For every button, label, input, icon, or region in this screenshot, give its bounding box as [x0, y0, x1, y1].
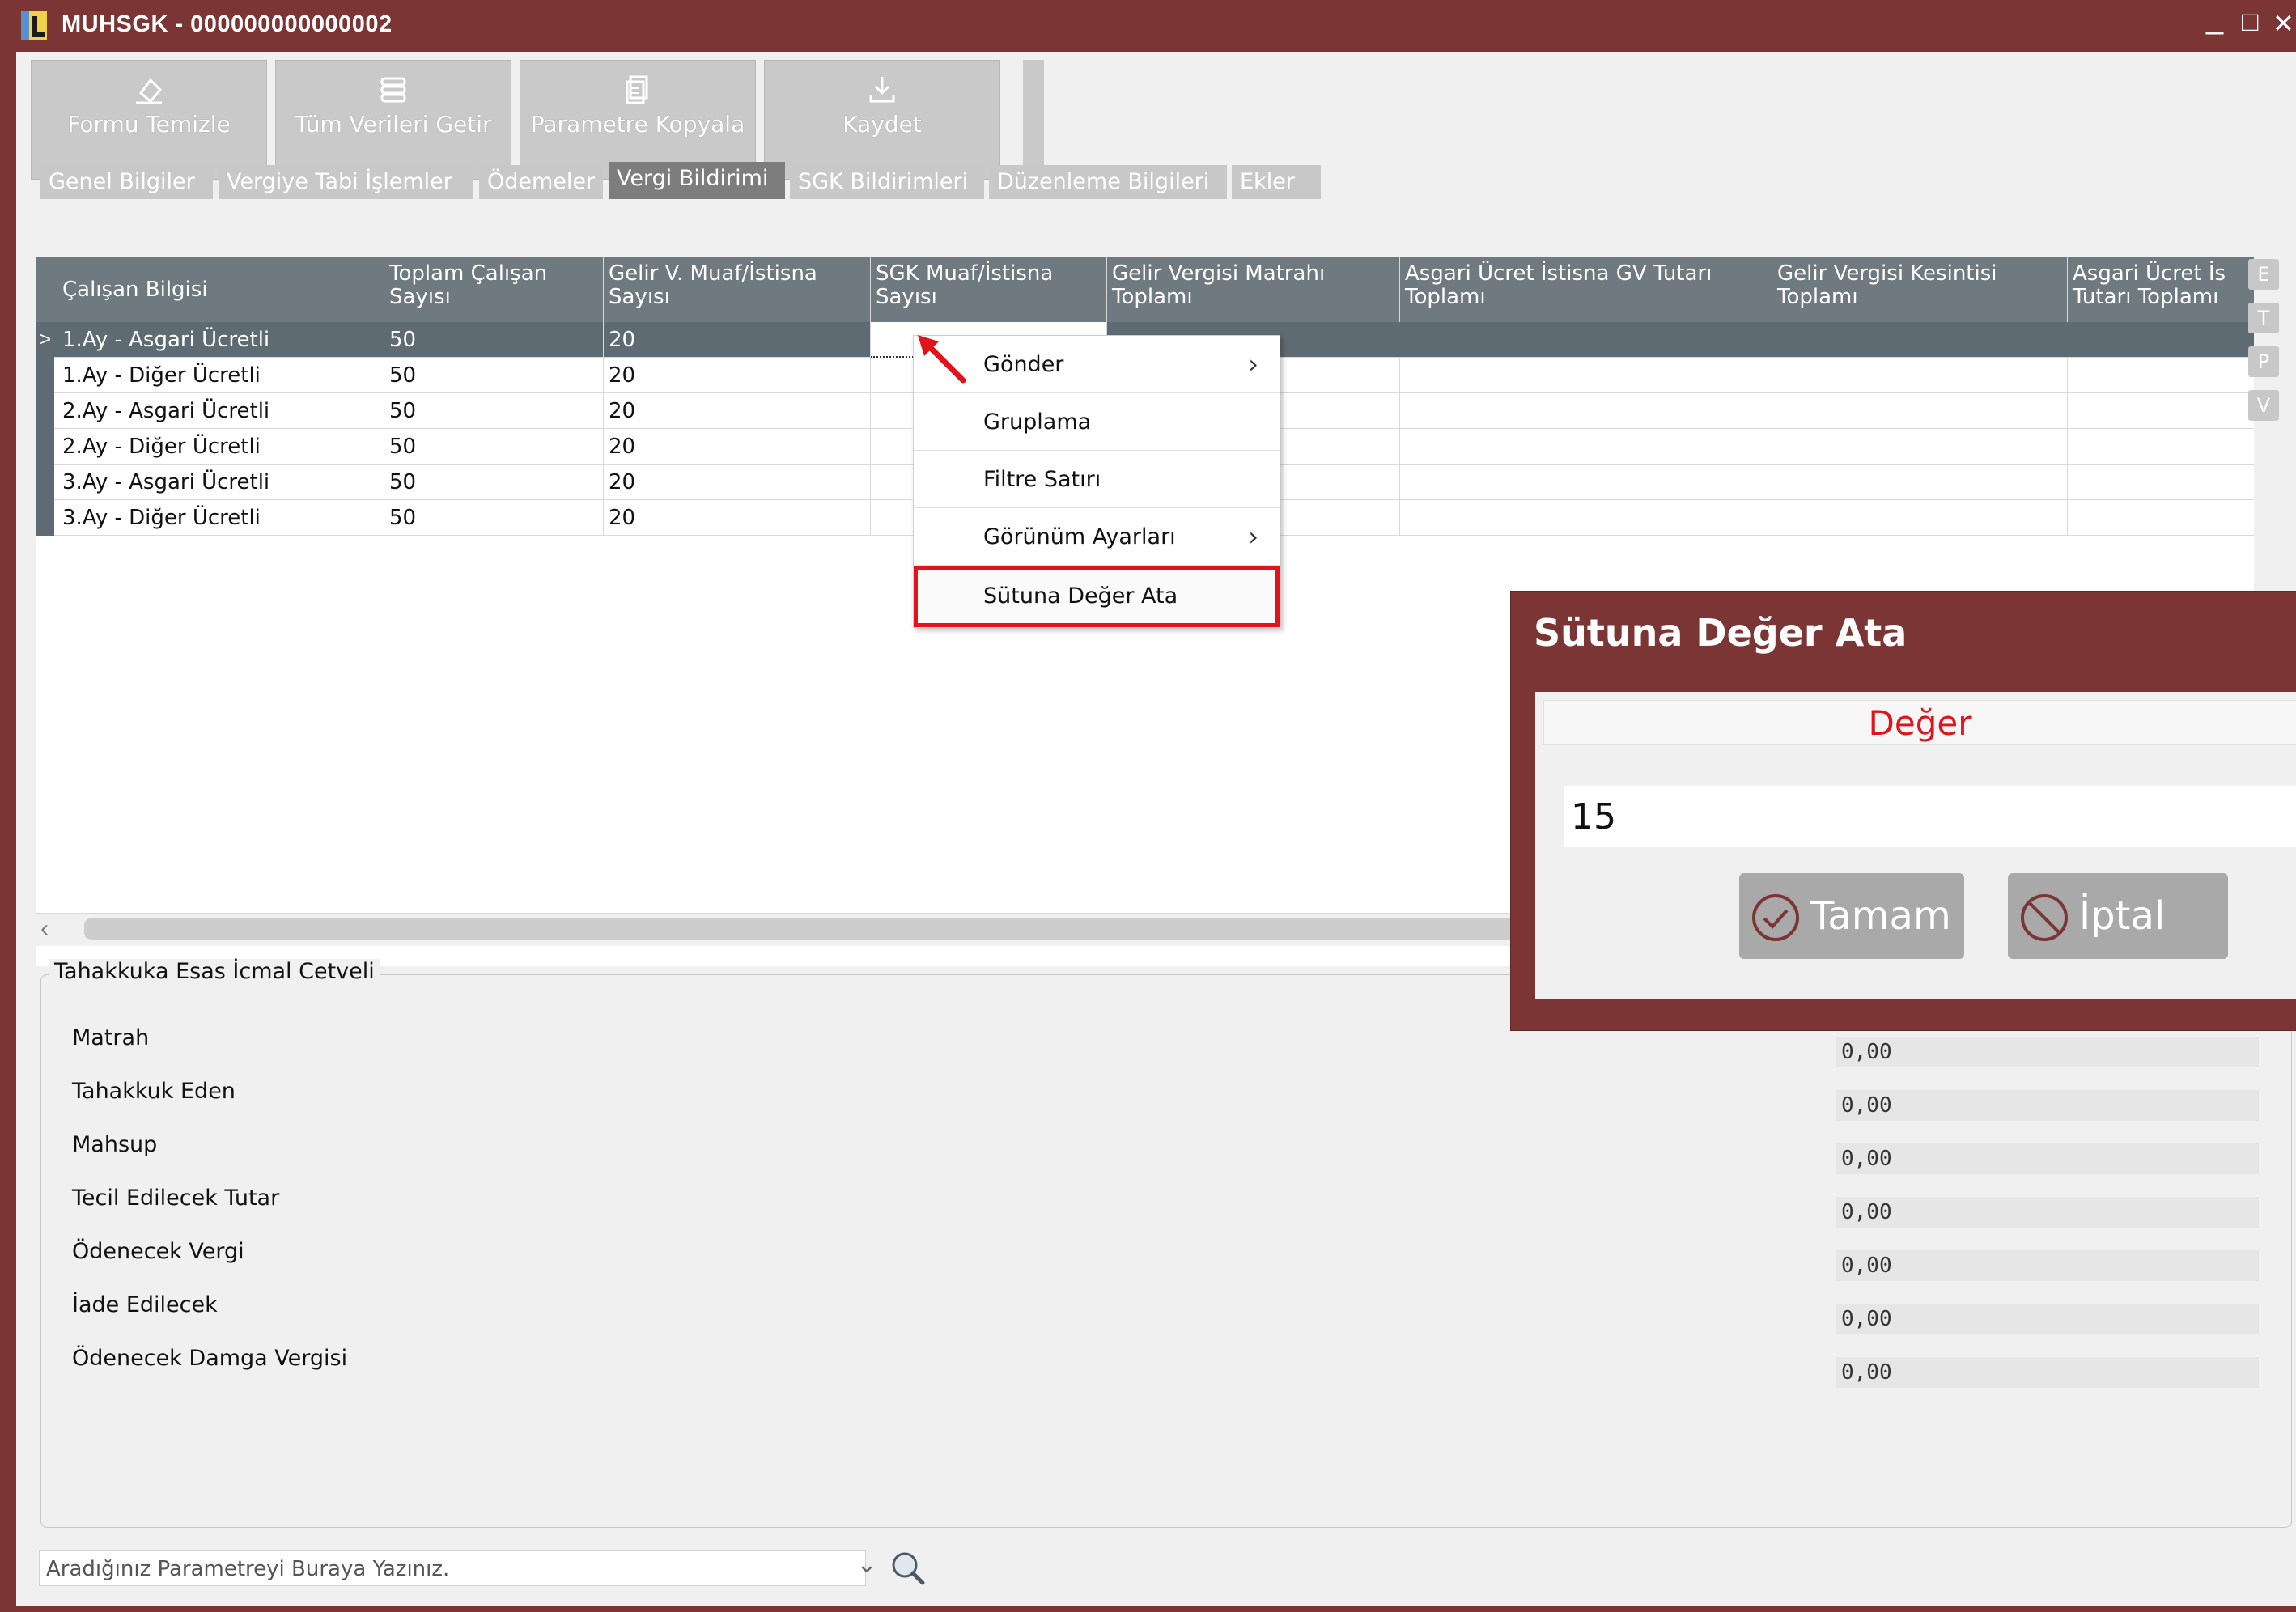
row-indicator: >: [36, 322, 54, 358]
table-cell[interactable]: 50: [384, 358, 604, 393]
summary-title: Tahakkuka Esas İcmal Cetveli: [49, 959, 380, 984]
chevron-right-icon: ›: [1248, 521, 1258, 552]
table-cell[interactable]: 20: [604, 465, 871, 500]
table-cell[interactable]: 2.Ay - Diğer Ücretli: [57, 429, 384, 465]
title-bar: MUHSGK - 000000000000002 _ □ ✕: [0, 0, 2296, 52]
parameter-search-input[interactable]: Aradığınız Parametreyi Buraya Yazınız.: [39, 1550, 866, 1586]
table-cell[interactable]: 20: [604, 358, 871, 393]
side-button-v[interactable]: V: [2248, 390, 2279, 421]
summary-label: Matrah: [72, 1025, 150, 1050]
table-cell[interactable]: 2.Ay - Asgari Ücretli: [57, 393, 384, 429]
summary-label: Mahsup: [72, 1132, 158, 1157]
summary-value-field: 0,00: [1836, 1143, 2259, 1174]
menu-item-gruplama[interactable]: Gruplama: [914, 393, 1280, 451]
chevron-down-icon[interactable]: ⌄: [855, 1547, 879, 1583]
table-cell[interactable]: 1.Ay - Asgari Ücretli: [57, 322, 384, 358]
summary-value-field: 0,00: [1836, 1304, 2259, 1334]
search-placeholder: Aradığınız Parametreyi Buraya Yazınız.: [46, 1557, 450, 1581]
dialog-body: Değer Tamam İptal: [1535, 692, 2296, 999]
tab-sgk-bildirimleri[interactable]: SGK Bildirimleri: [790, 165, 984, 199]
table-cell[interactable]: 50: [384, 429, 604, 465]
side-button-e[interactable]: E: [2248, 259, 2279, 290]
column-header[interactable]: Asgari Ücret İs Tutarı Toplamı: [2068, 257, 2238, 322]
maximize-button[interactable]: □: [2242, 6, 2259, 38]
cancel-button[interactable]: İptal: [2008, 873, 2228, 959]
annotation-arrow-icon: [918, 335, 966, 384]
chevron-right-icon: ›: [1248, 349, 1258, 380]
tab-genel-bilgiler[interactable]: Genel Bilgiler: [40, 165, 213, 199]
fetch-all-data-button[interactable]: Tüm Verileri Getir: [275, 60, 511, 180]
summary-value-field: 0,00: [1836, 1090, 2259, 1121]
table-cell[interactable]: 3.Ay - Asgari Ücretli: [57, 465, 384, 500]
minimize-button[interactable]: _: [2206, 2, 2223, 36]
summary-value-field: 0,00: [1836, 1250, 2259, 1281]
value-input[interactable]: [1564, 786, 2296, 847]
toolbar-overflow[interactable]: [1023, 60, 1044, 180]
app-window: MUHSGK - 000000000000002 _ □ ✕ Formu Tem…: [0, 0, 2296, 1612]
table-cell[interactable]: 20: [604, 393, 871, 429]
download-icon: [765, 72, 999, 108]
summary-label: Ödenecek Vergi: [72, 1239, 244, 1264]
value-caption: Değer: [1543, 700, 2296, 745]
summary-label: İade Edilecek: [72, 1292, 218, 1317]
summary-label: Ödenecek Damga Vergisi: [72, 1346, 348, 1371]
tab-duzenleme-bilgileri[interactable]: Düzenleme Bilgileri: [989, 165, 1227, 199]
summary-label: Tahakkuk Eden: [72, 1079, 236, 1104]
side-button-p[interactable]: P: [2248, 346, 2279, 377]
summary-value-field: 0,00: [1836, 1197, 2259, 1228]
clear-form-button[interactable]: Formu Temizle: [31, 60, 267, 180]
column-header[interactable]: Asgari Ücret İstisna GV Tutarı Toplamı: [1400, 257, 1772, 322]
table-cell[interactable]: 50: [384, 322, 604, 358]
assign-column-value-dialog: Sütuna Değer Ata Değer Tamam İptal: [1510, 591, 2296, 1031]
column-header[interactable]: Gelir V. Muaf/İstisna Sayısı: [604, 257, 871, 322]
check-circle-icon: [1752, 894, 1799, 941]
menu-item-gorunum-ayarlari[interactable]: Görünüm Ayarları ›: [914, 508, 1280, 566]
summary-label: Tecil Edilecek Tutar: [72, 1186, 280, 1211]
close-button[interactable]: ✕: [2273, 8, 2294, 39]
table-cell[interactable]: 50: [384, 393, 604, 429]
side-button-t[interactable]: T: [2248, 303, 2279, 333]
app-logo-icon: [21, 11, 47, 40]
ok-button[interactable]: Tamam: [1739, 873, 1964, 959]
search-icon[interactable]: [889, 1549, 929, 1585]
table-cell[interactable]: 50: [384, 500, 604, 536]
tab-ekler[interactable]: Ekler: [1232, 165, 1321, 199]
window-title: MUHSGK - 000000000000002: [62, 11, 393, 37]
column-header[interactable]: Gelir Vergisi Matrahı Toplamı: [1107, 257, 1400, 322]
dialog-title: Sütuna Değer Ata: [1534, 611, 1908, 655]
table-cell[interactable]: 20: [604, 429, 871, 465]
column-header[interactable]: Gelir Vergisi Kesintisi Toplamı: [1772, 257, 2068, 322]
column-header[interactable]: Çalışan Bilgisi: [57, 257, 384, 322]
grid-header: Çalışan Bilgisi Toplam Çalışan Sayısı Ge…: [36, 257, 2254, 322]
column-header[interactable]: SGK Muaf/İstisna Sayısı: [871, 257, 1107, 322]
copy-icon: [520, 72, 755, 108]
column-header[interactable]: Toplam Çalışan Sayısı: [384, 257, 604, 322]
table-cell[interactable]: 20: [604, 322, 871, 358]
menu-item-filtre-satiri[interactable]: Filtre Satırı: [914, 451, 1280, 508]
scroll-left-arrow-icon[interactable]: ‹: [40, 915, 49, 943]
tab-vergiye-tabi-islemler[interactable]: Vergiye Tabi İşlemler: [219, 165, 473, 199]
summary-value-field: 0,00: [1836, 1357, 2259, 1388]
summary-value-field: 0,00: [1836, 1037, 2259, 1067]
table-cell[interactable]: 50: [384, 465, 604, 500]
scroll-thumb[interactable]: [84, 918, 1525, 940]
grid-horizontal-scrollbar[interactable]: ‹: [36, 913, 1525, 946]
save-button[interactable]: Kaydet: [764, 60, 1000, 180]
table-cell[interactable]: 3.Ay - Diğer Ücretli: [57, 500, 384, 536]
stack-icon: [276, 72, 511, 108]
eraser-icon: [32, 72, 266, 108]
tab-vergi-bildirimi[interactable]: Vergi Bildirimi: [609, 162, 785, 199]
tab-odemeler[interactable]: Ödemeler: [479, 165, 603, 199]
no-entry-icon: [2021, 894, 2068, 941]
table-cell[interactable]: 20: [604, 500, 871, 536]
table-cell[interactable]: 1.Ay - Diğer Ücretli: [57, 358, 384, 393]
menu-item-sutuna-deger-ata[interactable]: Sütuna Değer Ata: [914, 566, 1280, 627]
summary-panel: Tahakkuka Esas İcmal Cetveli Matrah Taha…: [40, 959, 2292, 1528]
